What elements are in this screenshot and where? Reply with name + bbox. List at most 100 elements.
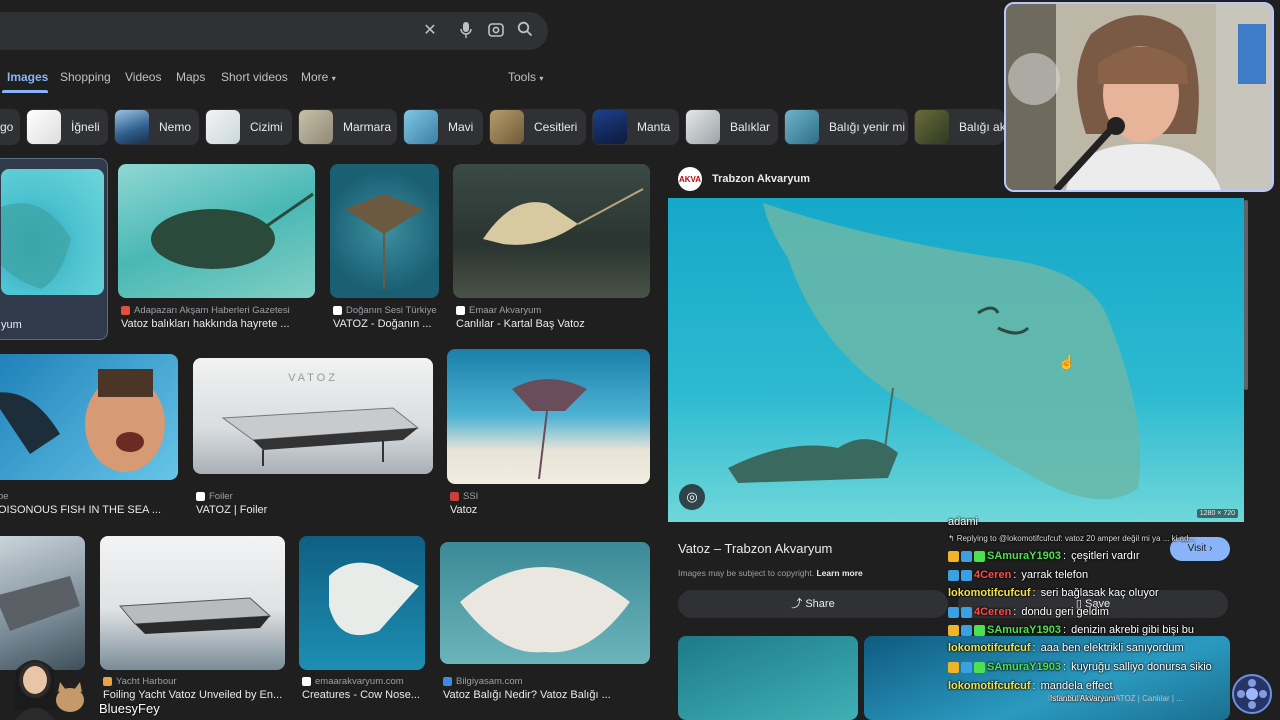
chip-go[interactable]: go xyxy=(0,109,20,145)
result-title[interactable]: Canlılar - Kartal Baş Vatoz xyxy=(456,318,650,330)
mouse-cursor-icon: ☝ xyxy=(1058,354,1076,370)
result-title[interactable]: Creatures - Cow Nose... xyxy=(302,689,425,701)
chip-thumbnail xyxy=(206,110,240,144)
chip-thumbnail xyxy=(915,110,949,144)
chat-message: SAmuraY1903: denizin akrebi gibi bişi bu xyxy=(948,624,1194,636)
chip-label: Marmara xyxy=(343,120,392,134)
chat-username: SAmuraY1903 xyxy=(987,624,1061,636)
result-source-label: Foiler xyxy=(209,491,233,502)
chip-manta[interactable]: Manta xyxy=(592,109,679,145)
streamer-avatar xyxy=(14,660,84,720)
image-result-selected[interactable]: yum xyxy=(0,158,108,340)
chat-username: SAmuraY1903 xyxy=(987,550,1061,562)
image-result[interactable]: emaarakvaryum.com Creatures - Cow Nose..… xyxy=(299,536,425,706)
image-result[interactable]: VATOZ Foiler VATOZ | Foiler xyxy=(193,358,433,520)
chip-cizimi[interactable]: Cizimi xyxy=(205,109,292,145)
chip-baligi-yenir-mi[interactable]: Balığı yenir mi xyxy=(784,109,908,145)
chat-text: yarrak telefon xyxy=(1021,569,1089,581)
search-bar[interactable]: ✕ xyxy=(0,12,548,50)
crown-badge-icon xyxy=(948,550,959,562)
learn-more-link[interactable]: Learn more xyxy=(816,568,862,578)
result-source: Foiler xyxy=(196,491,233,502)
chip-mavi[interactable]: Mavi xyxy=(403,109,483,145)
image-result[interactable]: Adapazarı Akşam Haberleri Gazetesi Vatoz… xyxy=(118,164,315,334)
favicon-icon xyxy=(333,306,342,315)
image-result[interactable]: be OISONOUS FISH IN THE SEA ... xyxy=(0,354,178,519)
result-source: Bilgiyasam.com xyxy=(443,676,523,687)
result-source: Adapazarı Akşam Haberleri Gazetesi xyxy=(121,305,290,316)
preview-title[interactable]: Vatoz – Trabzon Akvaryum xyxy=(678,541,832,556)
result-source: SSI xyxy=(450,491,478,502)
chip-baliklar[interactable]: Balıklar xyxy=(685,109,778,145)
chat-text: adami xyxy=(948,516,978,528)
result-title[interactable]: Vatoz balıkları hakkında hayrete ... xyxy=(121,318,315,330)
result-source-label: emaarakvaryum.com xyxy=(315,676,404,687)
chat-message: lokomotifcufcuf: aaa ben elektrikli sanı… xyxy=(948,642,1184,654)
tools-button[interactable]: Tools ▾ xyxy=(508,70,543,84)
chip-marmara[interactable]: Marmara xyxy=(298,109,397,145)
share-button[interactable]: ⤴ Share xyxy=(678,590,948,618)
chat-text: denizin akrebi gibi bişi bu xyxy=(1071,624,1195,636)
chevron-down-icon: ▾ xyxy=(331,74,336,83)
result-title[interactable]: Foiling Yacht Vatoz Unveiled by En... xyxy=(103,689,285,701)
tab-short-videos[interactable]: Short videos xyxy=(221,70,288,84)
result-title[interactable]: Vatoz Balığı Nedir? Vatoz Balığı ... xyxy=(443,689,650,701)
search-icon[interactable] xyxy=(515,21,535,41)
related-image[interactable] xyxy=(678,636,858,720)
favicon-icon xyxy=(103,677,112,686)
chat-username: SAmuraY1903 xyxy=(987,661,1061,673)
site-name[interactable]: Trabzon Akvaryum xyxy=(712,173,810,185)
panel-header[interactable]: AKVA Trabzon Akvaryum xyxy=(678,167,810,191)
chip-label: Manta xyxy=(637,120,671,134)
crown-badge-icon xyxy=(948,661,959,673)
chip-thumbnail xyxy=(593,110,627,144)
camera-lens-icon[interactable] xyxy=(486,21,506,41)
chat-text: dondu geri geldim xyxy=(1021,606,1109,618)
chat-username: 4Ceren xyxy=(974,606,1012,618)
chat-source-caption: Istanbul Akvaryum xyxy=(1050,694,1115,703)
channel-logo xyxy=(1232,674,1272,714)
result-title[interactable]: OISONOUS FISH IN THE SEA ... xyxy=(0,504,178,516)
chat-text: çeşitleri vardır xyxy=(1071,550,1140,562)
chip-baligi-akv[interactable]: Balığı akv xyxy=(914,109,1004,145)
image-result[interactable]: Emaar Akvaryum Canlılar - Kartal Baş Vat… xyxy=(453,164,650,334)
chip-label: Cesitleri xyxy=(534,120,578,134)
image-result[interactable]: Yacht Harbour Foiling Yacht Vatoz Unveil… xyxy=(100,536,285,706)
webcam-overlay xyxy=(1004,2,1274,192)
result-source: Emaar Akvaryum xyxy=(456,305,541,316)
preview-image[interactable]: ◎ 1280 × 720 xyxy=(668,198,1244,522)
reply-text: Replying to @lokomotifcufcuf: vatoz 20 a… xyxy=(956,534,1196,543)
tab-maps[interactable]: Maps xyxy=(176,70,205,84)
tab-videos[interactable]: Videos xyxy=(125,70,161,84)
sub-badge-icon xyxy=(961,550,972,562)
tools-label: Tools xyxy=(508,70,537,84)
chat-message: lokomotifcufcuf: mandela effect xyxy=(948,680,1113,692)
site-logo: AKVA xyxy=(678,167,702,191)
result-source: Yacht Harbour xyxy=(103,676,177,687)
image-result[interactable]: Doğanın Sesi Türkiye VATOZ - Doğanın ... xyxy=(330,164,439,334)
microphone-icon[interactable] xyxy=(456,21,476,41)
chip-nemo[interactable]: Nemo xyxy=(114,109,199,145)
camera-lens-icon: ◎ xyxy=(686,489,698,504)
result-title[interactable]: Vatoz xyxy=(450,504,650,516)
chat-text: Istanbul Akvaryum xyxy=(1050,694,1116,703)
chat-message: adami xyxy=(948,516,978,528)
chat-text: kuyruğu salliyo donursa sikio xyxy=(1071,661,1212,673)
result-title[interactable]: VATOZ - Doğanın ... xyxy=(333,318,439,330)
result-title[interactable]: yum xyxy=(1,319,101,331)
close-icon[interactable]: ✕ xyxy=(420,21,440,41)
lens-search-button[interactable]: ◎ xyxy=(679,484,705,510)
image-result[interactable]: SSI Vatoz xyxy=(447,349,650,521)
result-title[interactable]: VATOZ | Foiler xyxy=(196,504,433,516)
chip-igneli[interactable]: İğneli xyxy=(26,109,108,145)
tab-images[interactable]: Images xyxy=(7,70,48,84)
sub-badge-icon xyxy=(961,661,972,673)
chip-cesitleri[interactable]: Cesitleri xyxy=(489,109,586,145)
tab-shopping[interactable]: Shopping xyxy=(60,70,111,84)
image-result[interactable]: Bilgiyasam.com Vatoz Balığı Nedir? Vatoz… xyxy=(440,542,650,706)
chip-thumbnail xyxy=(686,110,720,144)
panel-scrollbar[interactable] xyxy=(1244,200,1248,390)
tab-more[interactable]: More ▾ xyxy=(301,70,336,84)
favicon-icon xyxy=(456,306,465,315)
chat-username: lokomotifcufcuf xyxy=(948,587,1031,599)
